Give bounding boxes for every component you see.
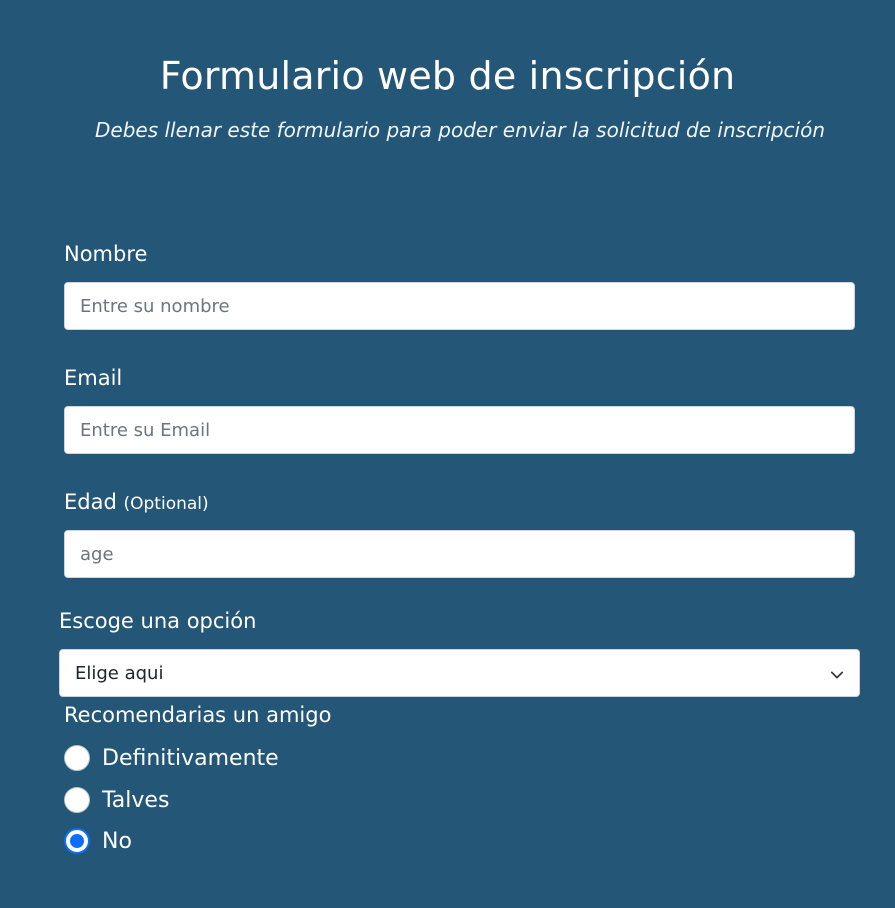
- age-field[interactable]: [64, 530, 855, 578]
- radio-button[interactable]: [64, 745, 90, 771]
- radio-label: Talves: [102, 787, 170, 813]
- radio-label: No: [102, 828, 132, 854]
- name-field[interactable]: [64, 282, 855, 330]
- option-select-value: Elige aqui: [75, 662, 164, 684]
- radio-no[interactable]: No: [64, 828, 132, 854]
- option-select[interactable]: Elige aqui: [59, 649, 860, 697]
- option-label-text: Escoge una opción: [59, 609, 257, 633]
- page-title: Formulario web de inscripción: [159, 54, 736, 98]
- radio-button-checked[interactable]: [64, 828, 90, 854]
- option-label: Escoge una opción: [59, 609, 256, 633]
- email-label-text: Email: [64, 366, 123, 390]
- radio-label: Definitivamente: [102, 745, 279, 771]
- registration-page: Formulario web de inscripción Debes llen…: [0, 0, 895, 908]
- radio-definitivamente[interactable]: Definitivamente: [64, 745, 279, 771]
- recommend-label: Recomendarias un amigo: [64, 703, 331, 727]
- email-field[interactable]: [64, 406, 855, 454]
- name-label-text: Nombre: [64, 242, 148, 266]
- name-label: Nombre: [64, 242, 147, 266]
- recommend-label-text: Recomendarias un amigo: [64, 703, 332, 727]
- email-label: Email: [64, 366, 122, 390]
- optional-hint: (Optional): [123, 494, 209, 514]
- radio-talves[interactable]: Talves: [64, 787, 169, 813]
- age-label-text: Edad: [64, 490, 117, 514]
- chevron-down-icon: [830, 666, 844, 680]
- page-subtitle: Debes llenar este formulario para poder …: [95, 118, 825, 142]
- age-label: Edad (Optional): [64, 490, 209, 514]
- radio-button[interactable]: [64, 787, 90, 813]
